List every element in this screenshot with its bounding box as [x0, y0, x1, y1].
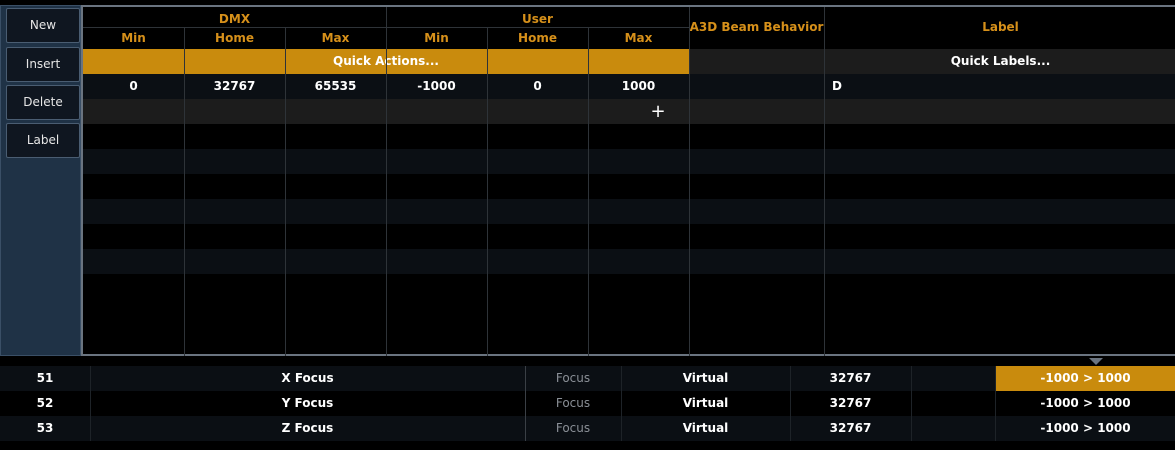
action-sidebar: New Insert Delete Label: [0, 5, 81, 356]
dmx-group-header: DMX: [218, 12, 251, 26]
row-category: Focus: [555, 421, 591, 435]
beam-behavior-cell[interactable]: [689, 74, 824, 99]
label-header: Label: [982, 20, 1019, 34]
row-number: 52: [36, 396, 54, 410]
beam-behavior-header: A3D Beam Behavior: [689, 20, 824, 34]
row-name: X Focus: [281, 371, 334, 385]
row-range[interactable]: -1000 > 1000: [996, 391, 1175, 416]
add-row[interactable]: +: [83, 99, 1175, 124]
popup-pointer-icon: [1089, 358, 1103, 365]
row-number: 51: [36, 371, 54, 385]
user-max-header: Max: [624, 31, 653, 45]
user-home-header: Home: [518, 31, 557, 45]
dmx-max-cell[interactable]: 65535: [285, 74, 386, 99]
quick-labels-button[interactable]: Quick Labels...: [824, 49, 1175, 74]
row-category: Focus: [555, 396, 591, 410]
row-mode: Virtual: [682, 421, 729, 435]
table-row[interactable]: 53 Z Focus Focus Virtual 32767 -1000 > 1…: [0, 416, 1175, 441]
row-range[interactable]: -1000 > 1000: [996, 416, 1175, 441]
row-mode: Virtual: [682, 396, 729, 410]
row-mode: Virtual: [682, 371, 729, 385]
table-row[interactable]: 51 X Focus Focus Virtual 32767 -1000 > 1…: [0, 366, 1175, 391]
new-button[interactable]: New: [6, 8, 80, 43]
dmx-home-cell[interactable]: 32767: [184, 74, 285, 99]
row-home: 32767: [829, 421, 872, 435]
dmx-home-header: Home: [215, 31, 254, 45]
dmx-min-header: Min: [121, 31, 146, 45]
user-group-header: User: [522, 12, 553, 26]
user-min-header: Min: [424, 31, 449, 45]
user-home-cell[interactable]: 0: [487, 74, 588, 99]
dmx-min-cell[interactable]: 0: [83, 74, 184, 99]
user-max-cell[interactable]: 1000: [588, 74, 689, 99]
range-editor-popup: New Insert Delete Label DMX User A3D Bea…: [0, 5, 1175, 356]
row-category: Focus: [555, 371, 591, 385]
dmx-max-header: Max: [321, 31, 350, 45]
label-cell[interactable]: D: [832, 74, 1132, 99]
user-min-cell[interactable]: -1000: [386, 74, 487, 99]
label-button[interactable]: Label: [6, 123, 80, 158]
row-number: 53: [36, 421, 54, 435]
row-name: Y Focus: [281, 396, 334, 410]
row-range-selected[interactable]: -1000 > 1000: [996, 366, 1175, 391]
add-icon[interactable]: +: [643, 99, 673, 124]
insert-button[interactable]: Insert: [6, 47, 80, 82]
row-home: 32767: [829, 371, 872, 385]
row-home: 32767: [829, 396, 872, 410]
range-grid: DMX User A3D Beam Behavior Label Min Hom…: [81, 5, 1175, 356]
range-row[interactable]: 0 32767 65535 -1000 0 1000 D: [83, 74, 1175, 99]
table-row[interactable]: 52 Y Focus Focus Virtual 32767 -1000 > 1…: [0, 391, 1175, 416]
row-name: Z Focus: [281, 421, 334, 435]
delete-button[interactable]: Delete: [6, 85, 80, 120]
